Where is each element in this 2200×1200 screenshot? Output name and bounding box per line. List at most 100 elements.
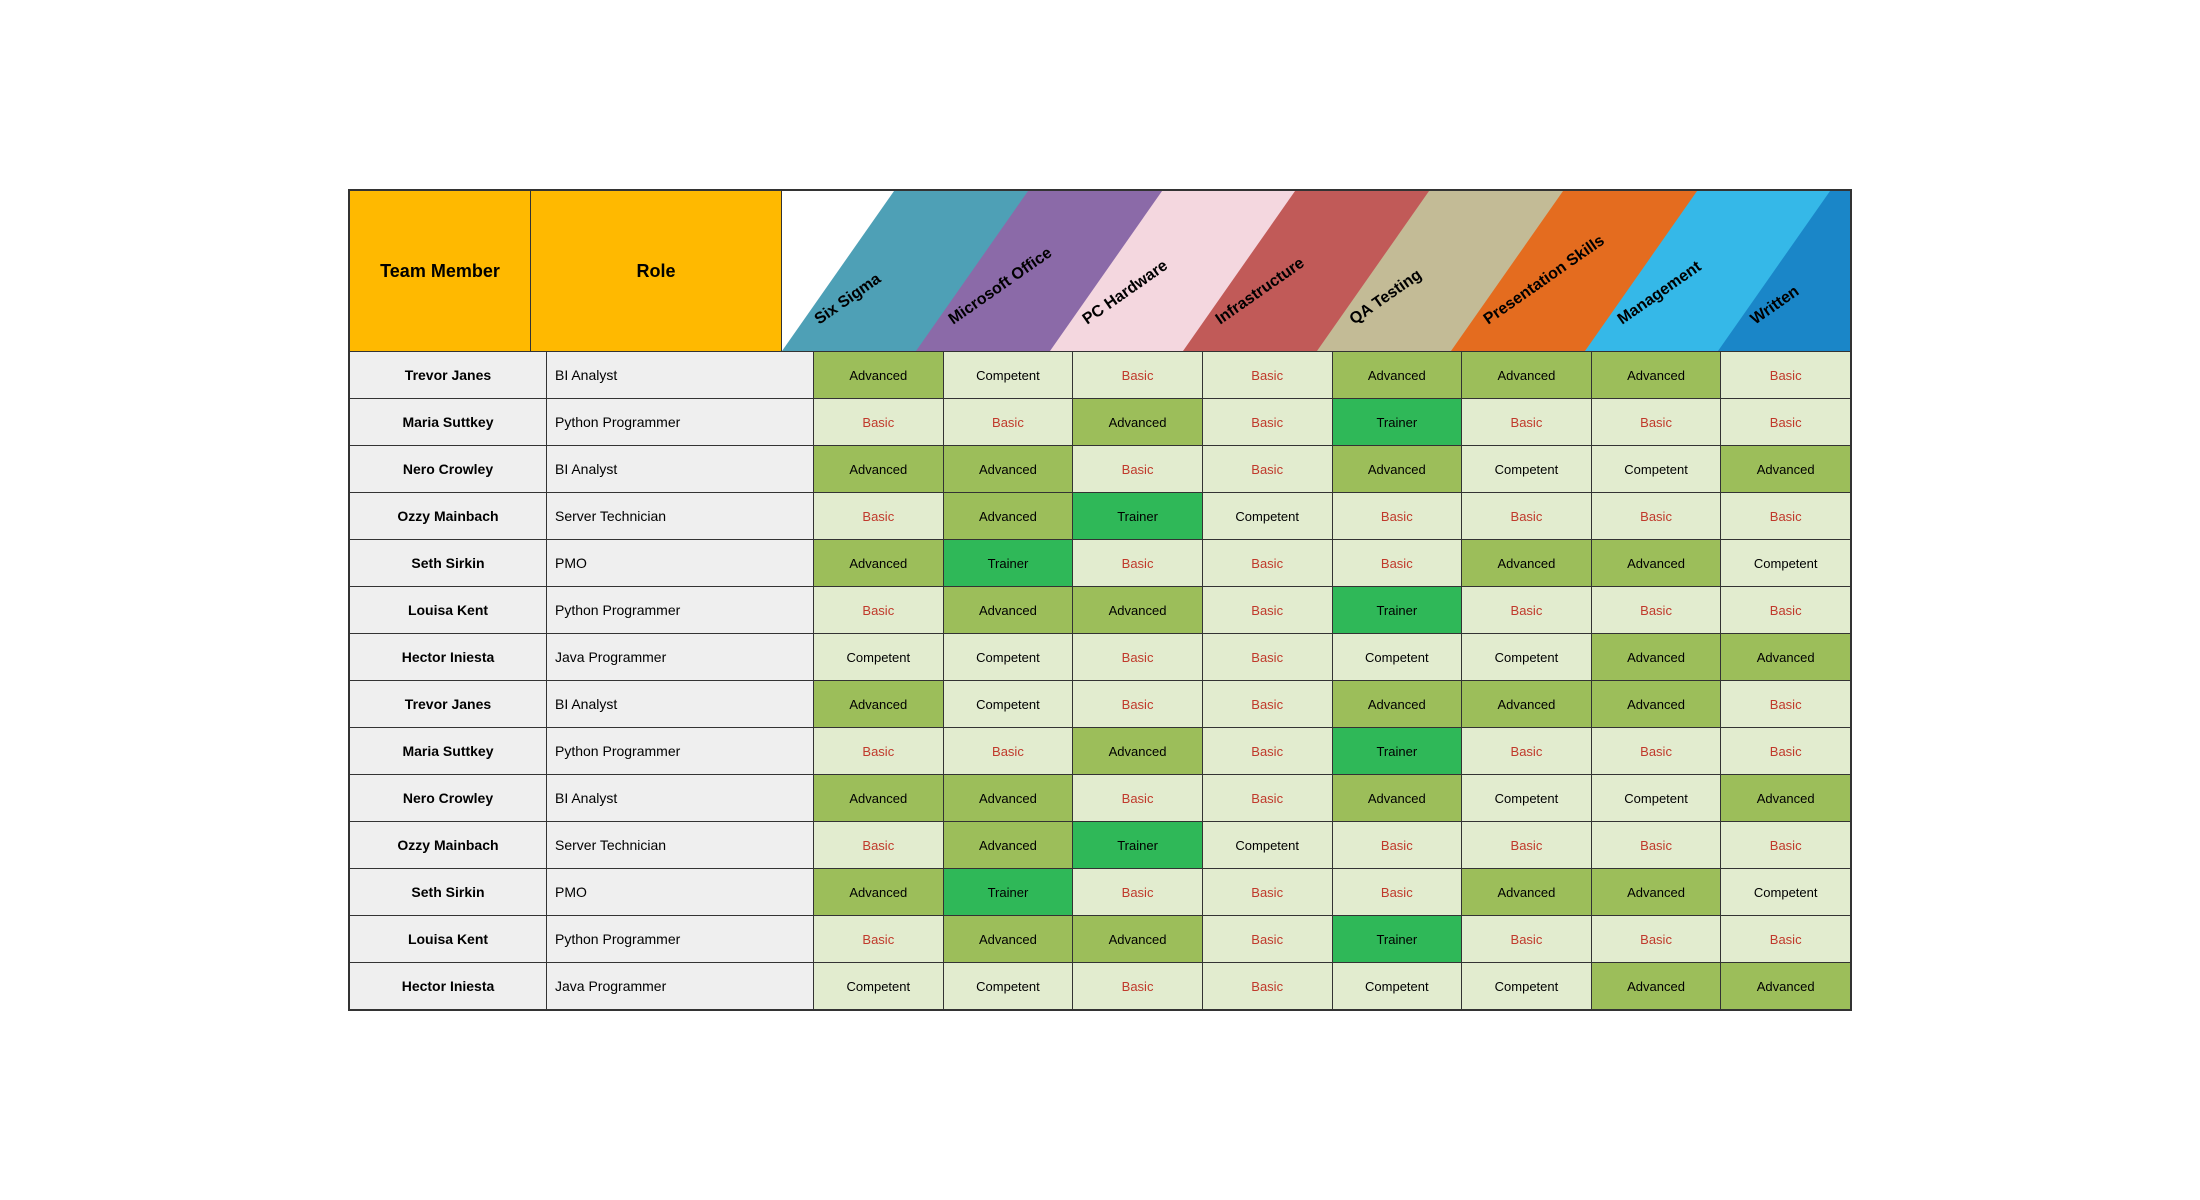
skills-matrix: Team Member Role Six SigmaMicrosoft Offi… [348, 189, 1852, 1011]
skill-cell: Basic [1203, 775, 1333, 821]
skill-cell: Advanced [1333, 775, 1463, 821]
member-role: Server Technician [547, 493, 814, 539]
table-row: Nero CrowleyBI AnalystAdvancedAdvancedBa… [350, 446, 1850, 493]
skill-cell: Basic [814, 493, 944, 539]
skill-cell: Advanced [944, 493, 1074, 539]
skill-cell: Basic [1203, 728, 1333, 774]
skill-cell: Basic [1592, 728, 1722, 774]
skill-cell: Competent [1203, 822, 1333, 868]
skill-cell: Advanced [944, 775, 1074, 821]
member-role: PMO [547, 869, 814, 915]
skill-cell: Basic [1203, 540, 1333, 586]
member-role: Server Technician [547, 822, 814, 868]
member-role: Python Programmer [547, 916, 814, 962]
skill-cell: Advanced [1721, 634, 1850, 680]
member-name: Seth Sirkin [350, 540, 547, 586]
skill-cell: Basic [944, 728, 1074, 774]
skill-cell: Basic [1203, 869, 1333, 915]
skill-cell: Competent [1592, 446, 1722, 492]
skill-cell: Trainer [1333, 916, 1463, 962]
skill-cell: Basic [1592, 822, 1722, 868]
skill-cell: Basic [1721, 916, 1850, 962]
skill-cell: Basic [944, 399, 1074, 445]
skill-cell: Basic [1333, 869, 1463, 915]
skill-cell: Advanced [1592, 681, 1722, 727]
skill-cell: Advanced [814, 446, 944, 492]
skill-cell: Basic [1333, 493, 1463, 539]
skill-cell: Competent [1462, 634, 1592, 680]
member-name: Maria Suttkey [350, 728, 547, 774]
skill-cell: Competent [944, 634, 1074, 680]
member-role: BI Analyst [547, 446, 814, 492]
table-row: Louisa KentPython ProgrammerBasicAdvance… [350, 587, 1850, 634]
member-role: Java Programmer [547, 963, 814, 1009]
skill-cell: Basic [1203, 916, 1333, 962]
table-row: Maria SuttkeyPython ProgrammerBasicBasic… [350, 399, 1850, 446]
skill-cell: Basic [1462, 587, 1592, 633]
skill-cell: Basic [1203, 399, 1333, 445]
member-role: Java Programmer [547, 634, 814, 680]
member-name: Seth Sirkin [350, 869, 547, 915]
skill-cell: Advanced [1462, 869, 1592, 915]
skill-cell: Basic [1721, 587, 1850, 633]
skill-cell: Advanced [1462, 352, 1592, 398]
skill-cell: Advanced [814, 540, 944, 586]
skill-cell: Basic [1721, 352, 1850, 398]
skill-cell: Competent [1592, 775, 1722, 821]
skill-cell: Trainer [944, 540, 1074, 586]
skill-cell: Competent [1462, 446, 1592, 492]
skill-cell: Basic [1592, 587, 1722, 633]
member-name: Trevor Janes [350, 352, 547, 398]
skill-cell: Competent [1203, 493, 1333, 539]
skill-cell: Basic [1721, 728, 1850, 774]
skill-cell: Advanced [1462, 681, 1592, 727]
skill-cell: Basic [1462, 493, 1592, 539]
skill-cell: Advanced [944, 916, 1074, 962]
header-row: Team Member Role Six SigmaMicrosoft Offi… [350, 191, 1850, 352]
skill-cell: Competent [1333, 963, 1463, 1009]
skill-cell: Advanced [1333, 681, 1463, 727]
skill-cell: Basic [814, 587, 944, 633]
skill-cell: Basic [814, 399, 944, 445]
skill-cell: Competent [814, 963, 944, 1009]
skill-cell: Competent [1462, 775, 1592, 821]
skill-cell: Basic [1592, 916, 1722, 962]
skill-cell: Trainer [1333, 399, 1463, 445]
data-body: Trevor JanesBI AnalystAdvancedCompetentB… [350, 352, 1850, 1009]
table-row: Louisa KentPython ProgrammerBasicAdvance… [350, 916, 1850, 963]
skill-cell: Basic [1203, 681, 1333, 727]
skill-cell: Advanced [944, 446, 1074, 492]
table-row: Nero CrowleyBI AnalystAdvancedAdvancedBa… [350, 775, 1850, 822]
skill-cell: Basic [1203, 587, 1333, 633]
skill-cell: Basic [1073, 540, 1203, 586]
skill-cell: Advanced [1073, 587, 1203, 633]
header-skills: Six SigmaMicrosoft OfficePC HardwareInfr… [782, 191, 1850, 351]
member-role: Python Programmer [547, 399, 814, 445]
skill-cell: Advanced [944, 587, 1074, 633]
skill-cell: Advanced [1073, 728, 1203, 774]
member-name: Trevor Janes [350, 681, 547, 727]
skill-cell: Advanced [1333, 352, 1463, 398]
member-name: Hector Iniesta [350, 963, 547, 1009]
skill-cell: Basic [1073, 634, 1203, 680]
skill-cell: Basic [814, 822, 944, 868]
table-row: Seth SirkinPMOAdvancedTrainerBasicBasicB… [350, 869, 1850, 916]
table-row: Trevor JanesBI AnalystAdvancedCompetentB… [350, 352, 1850, 399]
member-role: Python Programmer [547, 728, 814, 774]
member-role: Python Programmer [547, 587, 814, 633]
skill-cell: Advanced [1592, 540, 1722, 586]
skill-cell: Advanced [814, 352, 944, 398]
skill-cell: Basic [1073, 681, 1203, 727]
skill-cell: Competent [944, 352, 1074, 398]
skill-cell: Basic [1462, 728, 1592, 774]
skill-cell: Basic [814, 916, 944, 962]
skill-cell: Basic [1462, 399, 1592, 445]
skill-cell: Advanced [1073, 916, 1203, 962]
member-role: BI Analyst [547, 775, 814, 821]
skill-cell: Basic [1203, 634, 1333, 680]
skill-cell: Competent [814, 634, 944, 680]
skill-cell: Advanced [814, 681, 944, 727]
skill-cell: Basic [814, 728, 944, 774]
skill-cell: Competent [1721, 869, 1850, 915]
table-row: Ozzy MainbachServer TechnicianBasicAdvan… [350, 493, 1850, 540]
